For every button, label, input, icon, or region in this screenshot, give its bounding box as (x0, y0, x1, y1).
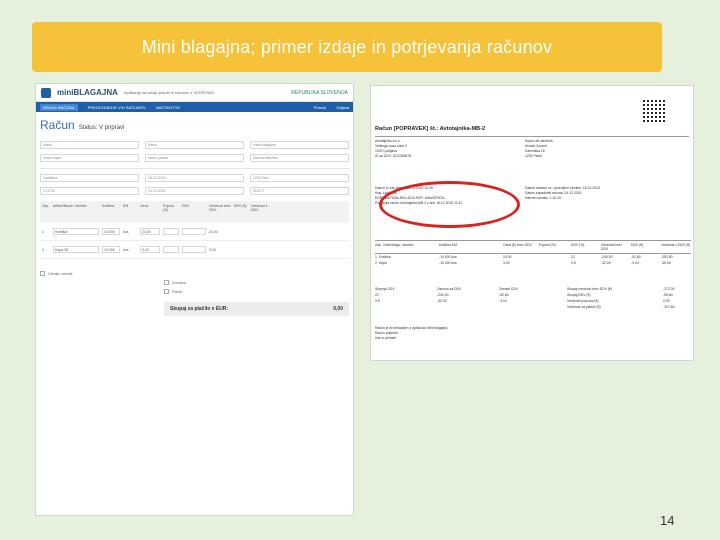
nav-item-settings[interactable]: NASTAVITVE (156, 105, 180, 110)
divider (40, 168, 349, 169)
buyer-address: Kupec ali naročnik: Novak Gorazd Kamnišk… (525, 139, 554, 158)
nav-item-issue-invoice[interactable]: IZDAJA RAČUNA (40, 103, 78, 111)
gov-logo: REPUBLIKA SLOVENIJA (291, 89, 348, 96)
page-title: Račun (40, 118, 75, 132)
divider (375, 136, 689, 137)
seller-address: Avtotajnika d.o.o. Velikega nosa ulica 2… (375, 139, 412, 158)
page-number: 14 (660, 513, 675, 528)
table-row: 1 Svetilka 10,000 kos 24,00 24,00 (40, 223, 349, 241)
select-field[interactable]: Izbira (40, 141, 139, 149)
unit-field[interactable]: SDU IT (250, 187, 349, 195)
invoice-meta-right: Datum dobave oz. opravljene storitve: 16… (525, 186, 600, 200)
reverse-amount-checkbox[interactable]: Obrnjen znesek (36, 269, 353, 278)
date-field[interactable]: 16.12.2015 (145, 174, 244, 182)
slide-title: Mini blagajna; primer izdaje in potrjeva… (141, 36, 553, 57)
invoice-items-table: Zap. Vrsta blaga / storitve Količina EM … (375, 240, 691, 266)
nav-logout-link[interactable]: Odjava (336, 105, 349, 110)
checkbox-icon (164, 289, 169, 294)
internal-mark-field[interactable]: 1.10.20 (40, 187, 139, 195)
tax-number-field[interactable]: Davčna številka (250, 154, 349, 162)
app-logo-subtitle: Aplikacija za izdajo potrdil in računov … (123, 90, 214, 95)
app-header: miniBLAGAJNA Aplikacija za izdajo potrdi… (36, 84, 353, 102)
checkbox-icon (40, 271, 45, 276)
table-header: Zap. Vrsta blaga / storitve Količina EM … (375, 240, 691, 254)
customer-type-select[interactable]: Vrsta kupca (40, 154, 139, 162)
table-row: 2. Kapa -10,000 kos 3,20 9,5 -32,00 -3,0… (375, 261, 671, 265)
status-badge: Status: V pripravi (78, 125, 125, 131)
payment-method-select[interactable]: Način plačila (145, 154, 244, 162)
invoice-footer: Račun je bil sestavljen z aplikacijo Min… (375, 326, 449, 340)
app-logo[interactable]: miniBLAGAJNA (57, 88, 118, 97)
form-row-2: Vrsta kupca Način plačila Davčna številk… (36, 154, 353, 162)
logo-icon (41, 87, 51, 98)
slide-title-banner: Mini blagajna; primer izdaje in potrjeva… (32, 22, 662, 72)
form-row-3: Ljubljana 16.12.2015 1234 Zelo (36, 174, 353, 182)
option-payment[interactable]: Plačilo (160, 287, 353, 296)
checkbox-icon (164, 280, 169, 285)
select-field[interactable]: Izbira (145, 141, 244, 149)
page-heading: Račun Status: V pripravi (36, 112, 353, 136)
register-select[interactable]: Izbira blagajne (250, 141, 349, 149)
main-nav: IZDAJA RAČUNA PREGLEDANJE VIH RAČUNOV NA… (36, 102, 353, 112)
total-to-pay: Skupaj za plačilo v EUR: 0,00 (164, 302, 349, 316)
items-table: Zap. Artikel/Naziv / storitev Količina E… (40, 201, 349, 259)
table-header: Zap. Artikel/Naziv / storitev Količina E… (40, 201, 349, 223)
summary-row: Vrednost za plačilo (€) -327,84 (567, 305, 675, 309)
app-screenshot: miniBLAGAJNA Aplikacija za izdajo potrdi… (35, 83, 354, 516)
nav-item-invoice-list[interactable]: PREGLEDANJE VIH RAČUNOV (88, 105, 146, 110)
form-row-4: 1.10.20 24.12.2015 SDU IT (36, 187, 353, 195)
total-to-pay-value: 0,00 (333, 306, 343, 312)
option-cash[interactable]: Gotovina (160, 278, 353, 287)
form-row-1: Izbira Izbira Izbira blagajne (36, 141, 353, 149)
place-field[interactable]: Ljubljana (40, 174, 139, 182)
postcode-field[interactable]: 1234 Zelo (250, 174, 349, 182)
vat-summary: Stopnja DDV Osnova za DDV Znesek DDV Skupaj… (375, 286, 691, 310)
table-row: 2 Kapa 28 10,000 kos 3,20 3,20 (40, 241, 349, 259)
nav-help-link[interactable]: Pomoč (314, 105, 326, 110)
qr-code-icon (643, 100, 665, 122)
invoice-title: Račun [POPRAVEK] št.: Avtotajnika-MB-2 (375, 126, 486, 132)
highlight-ellipse (379, 181, 520, 228)
due-date-field[interactable]: 24.12.2015 (145, 187, 244, 195)
